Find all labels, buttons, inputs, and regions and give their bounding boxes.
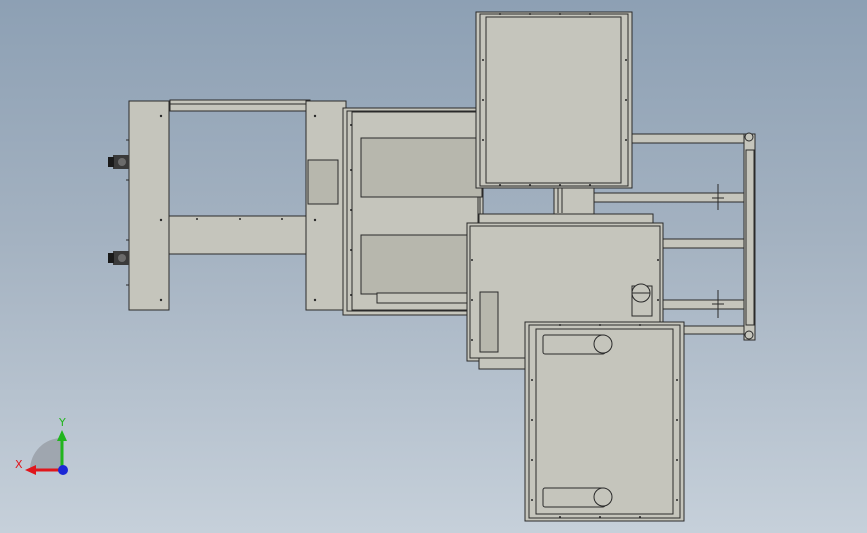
upright-bracket [307, 159, 339, 205]
handle-knob-top[interactable] [108, 155, 129, 169]
middle-cabinet-latch[interactable] [631, 283, 653, 317]
top-cabinet-door [485, 16, 622, 184]
bottom-cabinet-door [535, 328, 674, 515]
top-cabinet [475, 11, 633, 216]
cad-drawing[interactable]: .p { fill: #c5c5bc; stroke: #2a2a2a; str… [0, 0, 867, 533]
right-upright-plate [305, 100, 347, 311]
handle-slot-top[interactable] [542, 334, 613, 355]
middle-cabinet-slot [479, 291, 499, 353]
x-axis-label: X [15, 458, 23, 471]
cabinet-upper-panel [360, 137, 483, 198]
handle-knob-bottom[interactable] [108, 251, 129, 265]
handle-slot-bottom[interactable] [542, 487, 613, 508]
bottom-cabinet [524, 321, 685, 522]
central-cabinet [342, 107, 484, 316]
left-upright-plate [128, 100, 170, 311]
frame-bolts [159, 114, 317, 302]
y-axis-label: Y [58, 416, 66, 429]
cad-viewport[interactable]: .p { fill: #c5c5bc; stroke: #2a2a2a; str… [0, 0, 867, 533]
top-rail [169, 99, 311, 112]
tube-mid-lower [659, 238, 749, 249]
orientation-triad: Y X [15, 416, 68, 475]
tube-upper [627, 133, 751, 144]
triad-quadrant [30, 438, 62, 470]
middle-crossbeam [166, 215, 311, 255]
z-axis-dot [58, 465, 68, 475]
cabinet-lower-panel [360, 234, 473, 295]
tube-mid-upper [592, 192, 749, 203]
left-frame-assembly [126, 99, 347, 311]
